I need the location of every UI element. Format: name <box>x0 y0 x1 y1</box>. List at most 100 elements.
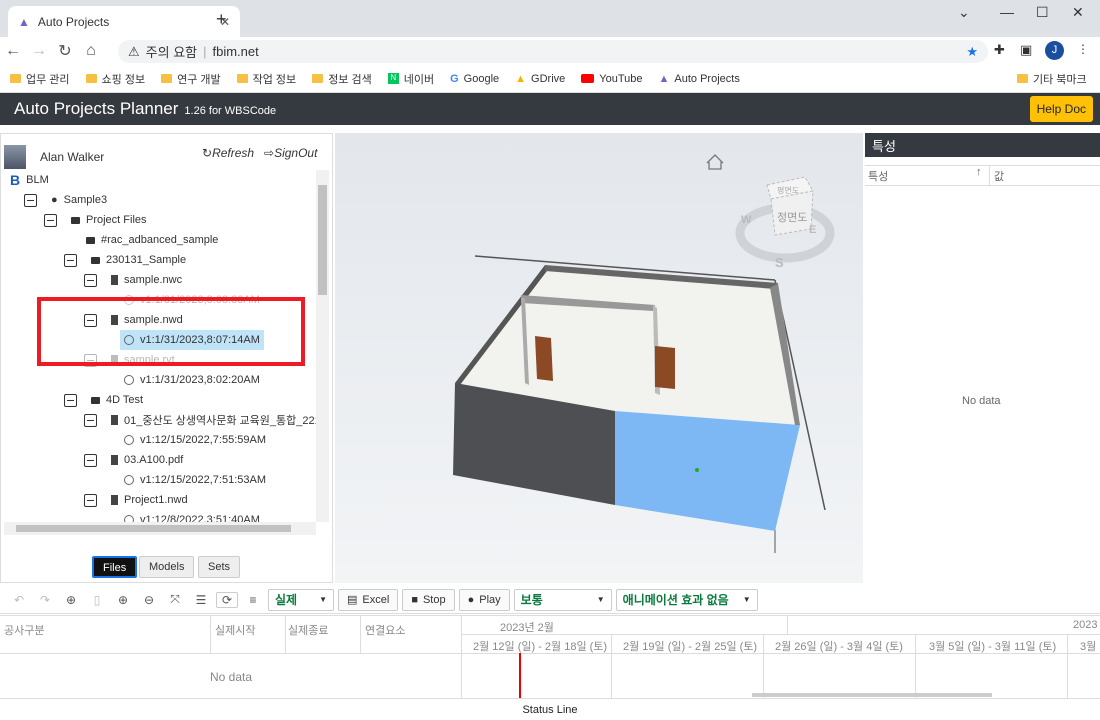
warning-icon: ⚠ <box>128 43 140 59</box>
extensions-icon[interactable]: ✚ <box>994 42 1005 58</box>
column-header[interactable]: 실제시작 <box>215 622 255 638</box>
bookmark-item[interactable]: ▲ Auto Projects <box>659 73 740 85</box>
tree-item[interactable]: 01_중산도 상생역사문화 교육원_통합_221 <box>84 410 321 430</box>
bookmark-star-icon[interactable]: ★ <box>966 44 978 60</box>
zoom-out-icon[interactable]: ⊖ <box>138 593 160 607</box>
user-name: Alan Walker <box>40 150 105 164</box>
svg-text:W: W <box>741 214 752 226</box>
tree-item[interactable]: v1:1/31/2023,8:02:20AM <box>124 370 260 390</box>
back-icon[interactable]: ← <box>0 42 26 60</box>
collapse-toggle-icon[interactable] <box>64 393 77 407</box>
columns-icon[interactable]: ≡ <box>242 593 264 607</box>
file-icon <box>111 455 118 465</box>
bookmarks-bar: 업무 관리 쇼핑 정보 연구 개발 작업 정보 정보 검색 N 네이버 G Goog… <box>0 65 1100 93</box>
excel-button[interactable]: ▤ Excel <box>338 588 399 611</box>
bookmark-item[interactable]: 작업 정보 <box>236 71 296 87</box>
highlight-annotation <box>37 297 305 366</box>
collapse-toggle-icon[interactable] <box>84 493 97 507</box>
gantt-chart: 공사구분 실제시작 실제종료 연결요소 2023년 2월 2023 2월 12일… <box>0 615 1100 699</box>
menu-icon[interactable]: ⋮ <box>1077 42 1089 56</box>
zoom-in-icon[interactable]: ⊕ <box>112 593 134 607</box>
view-cube[interactable]: 평면도 정면도 W E S <box>735 176 835 270</box>
folder-icon <box>91 396 100 404</box>
sync-icon[interactable]: ⟳ <box>216 591 238 608</box>
stop-button[interactable]: ■ Stop <box>402 588 455 611</box>
tree-horizontal-scroll-thumb[interactable] <box>16 525 291 532</box>
stop-icon: ■ <box>411 593 418 606</box>
add-task-icon[interactable]: ⊕ <box>60 593 82 607</box>
tree-root[interactable]: B BLM <box>10 170 49 190</box>
bookmark-item[interactable]: ▲ GDrive <box>515 73 565 85</box>
tree-vertical-scroll-thumb[interactable] <box>318 185 327 295</box>
collapse-toggle-icon[interactable] <box>84 453 97 467</box>
tree-item[interactable]: sample.nwc <box>84 270 182 290</box>
profile-avatar[interactable]: J <box>1045 41 1064 60</box>
column-header[interactable]: 연결요소 <box>365 622 405 638</box>
refresh-button[interactable]: ↻Refresh <box>202 146 254 160</box>
bookmark-item[interactable]: YouTube <box>581 73 643 85</box>
undo-icon[interactable]: ↶ <box>8 593 30 607</box>
collapse-icon[interactable]: ☰ <box>190 593 212 607</box>
side-panel-icon[interactable]: ▣ <box>1020 42 1032 58</box>
collapse-toggle-icon[interactable] <box>84 413 97 427</box>
collapse-toggle-icon[interactable] <box>44 213 57 227</box>
properties-panel <box>865 133 1100 583</box>
folder-icon <box>71 216 80 224</box>
close-window-button[interactable]: ✕ <box>1072 4 1084 21</box>
collapse-toggle-icon[interactable] <box>64 253 77 267</box>
play-button[interactable]: ● Play <box>458 588 510 611</box>
bookmark-item[interactable]: 연구 개발 <box>161 71 221 87</box>
properties-empty: No data <box>962 395 1001 407</box>
tree-item[interactable]: v1:12/15/2022,7:55:59AM <box>124 430 266 450</box>
delete-task-icon[interactable]: ▯ <box>86 593 108 607</box>
reload-icon[interactable]: ↻ <box>52 41 78 61</box>
tree-item[interactable]: 4D Test <box>64 390 143 410</box>
home-icon[interactable] <box>706 154 724 170</box>
bookmark-item[interactable]: G Google <box>450 73 499 85</box>
timeline-scrollbar[interactable] <box>752 693 992 697</box>
url-input[interactable]: ⚠ 주의 요함 | fbim.net ★ <box>118 40 988 63</box>
collapse-toggle-icon[interactable] <box>24 193 37 207</box>
tree-item[interactable]: Project Files <box>44 210 147 230</box>
mode-select[interactable]: 실제 ▼ <box>268 588 334 611</box>
gantt-toolbar: ↶ ↷ ⊕ ▯ ⊕ ⊖ ⤧ ☰ ⟳ ≡ 실제 ▼ ▤ Excel ■ Stop ● Pl… <box>0 586 1100 614</box>
bookmark-item[interactable]: 쇼핑 정보 <box>85 71 145 87</box>
model-3d-view[interactable]: 평면도 정면도 W E S <box>335 133 863 583</box>
play-icon: ● <box>467 593 475 606</box>
animation-select[interactable]: 애니메이션 효과 없음 ▼ <box>615 588 758 611</box>
tree-item[interactable]: 230131_Sample <box>64 250 186 270</box>
zoom-fit-icon[interactable]: ⤧ <box>164 592 186 607</box>
clock-icon <box>124 435 134 445</box>
forward-icon[interactable]: → <box>26 42 52 60</box>
minimize-button[interactable]: — <box>1000 4 1014 20</box>
new-tab-button[interactable]: + <box>216 9 227 30</box>
help-doc-button[interactable]: Help Doc <box>1029 96 1093 122</box>
signout-button[interactable]: ⇨SignOut <box>264 146 317 160</box>
svg-text:정면도: 정면도 <box>777 211 807 224</box>
redo-icon[interactable]: ↷ <box>34 593 56 607</box>
tree-item[interactable]: 03.A100.pdf <box>84 450 183 470</box>
column-header[interactable]: 실제종료 <box>288 622 328 638</box>
other-bookmarks[interactable]: 기타 북마크 <box>1017 71 1087 87</box>
home-icon[interactable]: ⌂ <box>78 42 104 60</box>
maximize-button[interactable]: ☐ <box>1036 4 1049 21</box>
tree-item[interactable]: Project1.nwd <box>84 490 188 510</box>
collapse-toggle-icon[interactable] <box>84 273 97 287</box>
tree-item[interactable]: ● Sample3 <box>24 190 107 210</box>
sort-arrow-icon[interactable]: ↑ <box>976 166 982 178</box>
bookmark-item[interactable]: N 네이버 <box>387 71 434 87</box>
bookmark-item[interactable]: 정보 검색 <box>312 71 372 87</box>
column-header-value[interactable]: 값 <box>994 168 1004 184</box>
tab-search-icon[interactable]: ⌄ <box>958 4 970 21</box>
bookmark-item[interactable]: 업무 관리 <box>10 71 70 87</box>
model-viewer[interactable]: 평면도 정면도 W E S <box>335 133 863 583</box>
tab-files[interactable]: Files <box>92 556 138 578</box>
browser-tab[interactable]: ▲ Auto Projects ✕ <box>8 6 240 37</box>
tab-sets[interactable]: Sets <box>198 556 241 578</box>
tab-models[interactable]: Models <box>139 556 195 578</box>
speed-select[interactable]: 보통 ▼ <box>513 588 612 611</box>
tree-item[interactable]: v1:12/15/2022,7:51:53AM <box>124 470 266 490</box>
tree-item[interactable]: #rac_adbanced_sample <box>86 230 218 250</box>
column-header-name[interactable]: 특성 <box>868 168 888 184</box>
column-header[interactable]: 공사구분 <box>4 622 44 638</box>
